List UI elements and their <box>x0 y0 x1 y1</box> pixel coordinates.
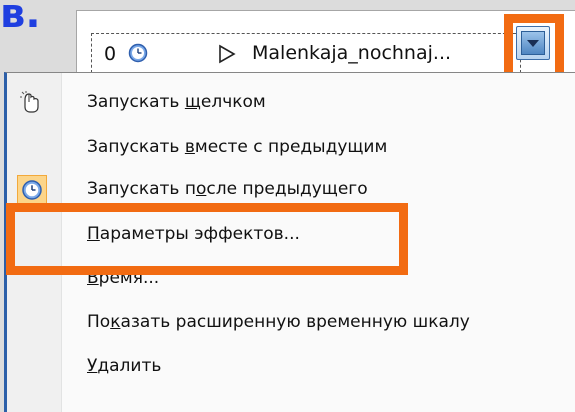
animation-item-name: Malenkaja_nochnaj... <box>252 42 452 64</box>
step-letter: в. <box>0 0 41 37</box>
mouse-click-icon <box>20 91 39 113</box>
menu-item-label: Запускать после предыдущего <box>87 179 368 199</box>
menu-item-label: Удалить <box>87 356 162 376</box>
play-triangle-icon <box>219 44 236 64</box>
highlight-frame-effect-options <box>6 203 408 275</box>
clock-icon <box>22 180 42 200</box>
menu-item-start-on-click[interactable]: Запускать щелчком <box>7 83 575 125</box>
menu-item-start-with-previous[interactable]: Запускать вместе с предыдущим <box>7 128 575 170</box>
menu-item-label: Запускать вместе с предыдущим <box>87 137 388 157</box>
animation-list-item[interactable]: 0 Malenkaja_nochnaj... <box>91 33 521 73</box>
animation-list-pane: 0 Malenkaja_nochnaj... <box>76 10 575 75</box>
menu-item-remove[interactable]: Удалить <box>7 347 575 389</box>
menu-item-show-advanced-timeline[interactable]: Показать расширенную временную шкалу <box>7 303 575 345</box>
menu-item-label: Показать расширенную временную шкалу <box>87 312 470 332</box>
animation-order-number: 0 <box>104 43 117 65</box>
clock-icon <box>128 43 148 63</box>
menu-item-label: Запускать щелчком <box>87 92 266 112</box>
